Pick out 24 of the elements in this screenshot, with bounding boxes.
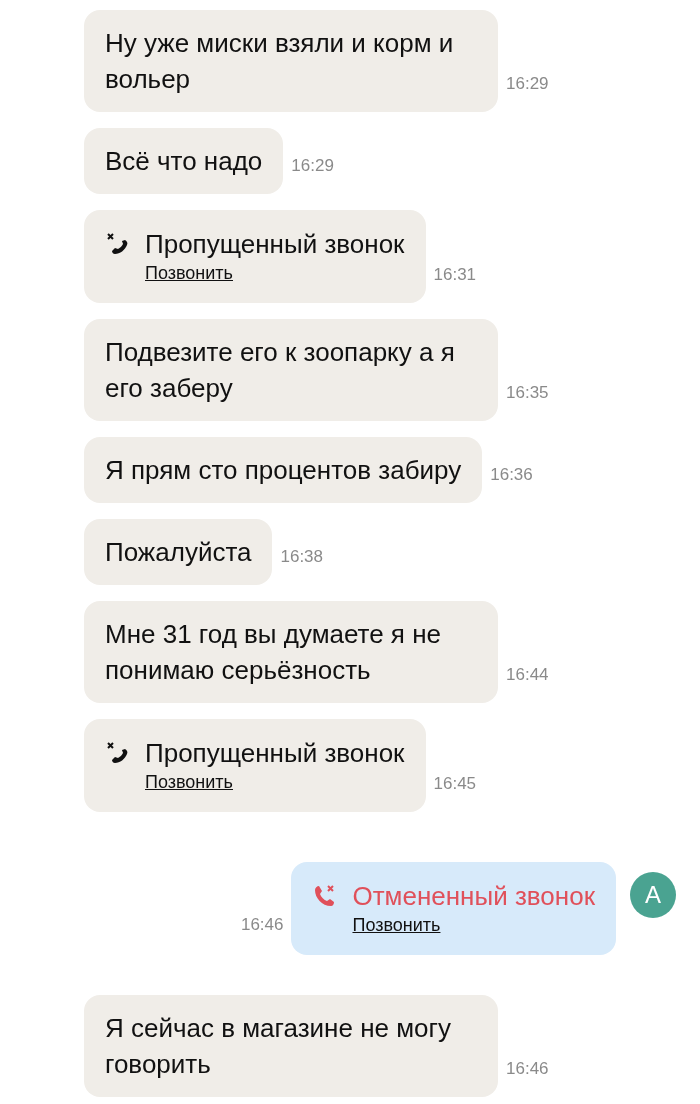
message-time: 16:29 <box>291 154 334 177</box>
message-time: 16:44 <box>506 663 549 686</box>
message-bubble: Всё что надо <box>84 128 284 194</box>
message-time: 16:31 <box>433 263 477 286</box>
message-time: 16:29 <box>506 72 549 95</box>
call-status: Пропущенный звонок <box>145 228 405 261</box>
call-back-link[interactable]: Позвонить <box>145 261 233 285</box>
call-back-link[interactable]: Позвонить <box>145 770 233 794</box>
message-time: 16:45 <box>433 772 477 795</box>
message-bubble: Пожалуйста <box>84 519 273 585</box>
message-bubble: Мне 31 год вы думаете я не понимаю серьёзность <box>84 601 498 703</box>
message-time: 16:38 <box>280 545 324 568</box>
message-time: 16:36 <box>490 463 533 486</box>
message-bubble: Я сейчас в магазине не могу говорить <box>84 995 498 1097</box>
avatar: А <box>630 872 676 918</box>
call-back-link[interactable]: Позвонить <box>352 913 441 937</box>
call-status: Пропущенный звонок <box>145 737 405 770</box>
message-time: 16:35 <box>506 381 549 404</box>
message-bubble: Ну уже миски взяли и корм и вольер <box>84 10 498 112</box>
message-bubble: Я прям сто процентов забиру <box>84 437 483 503</box>
message-bubble: Подвезите его к зоопарку а я его заберу <box>84 319 498 421</box>
call-status: Отмененный звонок <box>352 880 595 913</box>
message-time: 16:46 <box>240 913 284 936</box>
message-time: 16:46 <box>506 1057 549 1080</box>
